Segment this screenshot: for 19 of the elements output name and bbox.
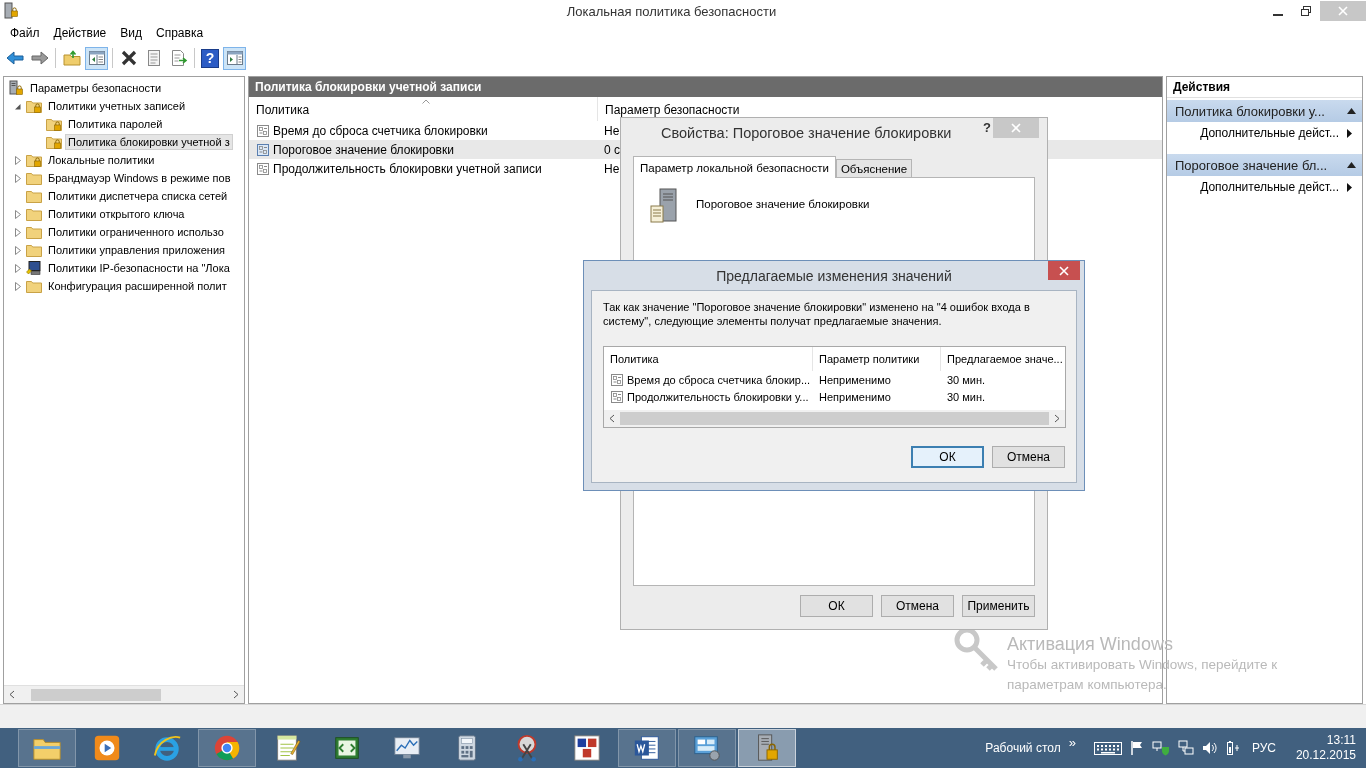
dialog-title: Свойства: Пороговое значение блокировки [661, 124, 952, 143]
policy-name: Время до сброса счетчика блокировки [273, 123, 488, 138]
table-cell-text: Не [603, 161, 620, 176]
table-cell-text: 0 с [603, 142, 620, 157]
policy-name: Пороговое значение блокировки [273, 142, 454, 157]
window-title: Локальная политика безопасности [565, 3, 778, 19]
setting-name: Пороговое значение блокировки [696, 198, 870, 210]
policy-name: Время до сброса счетчика блокир... [627, 373, 811, 386]
pane-title: Политика блокировки учетной записи [249, 77, 1162, 97]
policy-name: Продолжительность блокировки у... [627, 390, 809, 403]
table-cell-text: Неприменимо [818, 373, 892, 386]
dialog-message: Так как значение "Пороговое значение блокировки" изменено на "4 ошибок входа в систему", следующие элементы получат предлагаемые значения. [603, 300, 1031, 328]
policy-name: Продолжительность блокировки учетной записи [273, 161, 542, 176]
table-cell-text: Не [603, 123, 620, 138]
table-cell-text: 30 мин. [946, 390, 987, 403]
table-cell-text: 30 мин. [946, 373, 987, 386]
dialog-title: Предлагаемые изменения значений [715, 266, 953, 286]
table-cell-text: Неприменимо [818, 390, 892, 403]
actions-title: Действия [1167, 77, 1362, 98]
